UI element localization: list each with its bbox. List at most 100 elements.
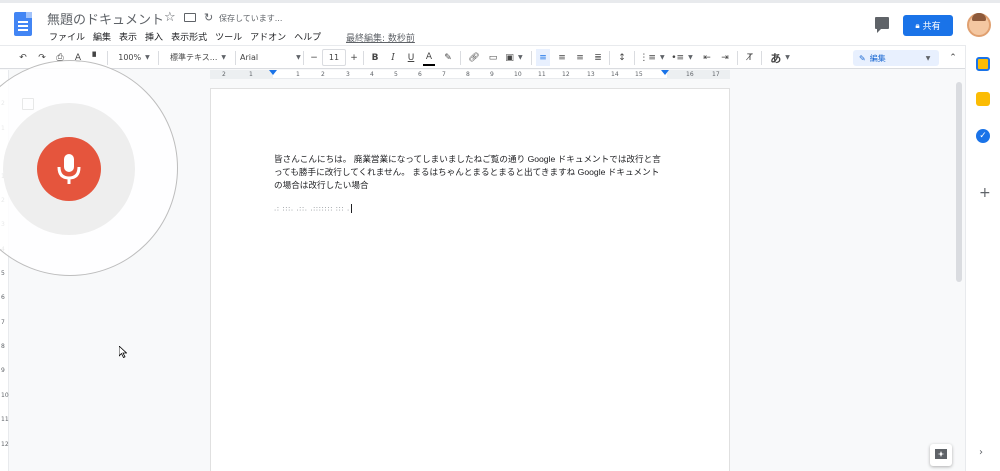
sync-icon: ↻ <box>204 11 214 24</box>
vruler-tick: 9 <box>1 367 5 374</box>
divider <box>737 51 738 65</box>
right-indent-marker[interactable] <box>661 70 669 75</box>
keep-icon[interactable] <box>976 92 990 106</box>
ruler-tick: 2 <box>321 71 325 78</box>
chevron-down-icon: ▼ <box>221 54 226 61</box>
vruler-tick: 12 <box>1 441 9 448</box>
divider <box>303 51 304 65</box>
ruler-margin-left <box>210 70 273 79</box>
add-comment-icon[interactable]: ▭ <box>486 49 500 66</box>
header-bar: 無題のドキュメント ☆ ↻ 保存しています... ファイル 編集 表示 挿入 表… <box>0 0 1000 45</box>
chevron-down-icon: ▼ <box>659 54 665 61</box>
ruler-tick: 2 <box>222 71 226 78</box>
document-paragraph-2[interactable]: .: :::. .::. .::::::: ::: . <box>274 204 352 213</box>
add-addon-icon[interactable]: + <box>979 185 991 201</box>
microphone-button[interactable] <box>37 137 101 201</box>
menu-help[interactable]: ヘルプ <box>290 30 325 43</box>
menu-edit[interactable]: 編集 <box>89 30 115 43</box>
zoom-select[interactable]: 100% ▼ <box>113 49 155 66</box>
bulleted-list-icon[interactable]: •≡ ▼ <box>670 49 694 66</box>
undo-icon[interactable]: ↶ <box>16 49 30 66</box>
ruler-margin-right <box>667 70 730 79</box>
ruler-tick: 1 <box>296 71 300 78</box>
scroll-thumb[interactable] <box>956 82 962 282</box>
text-color-icon[interactable]: A <box>423 49 435 66</box>
vertical-scrollbar[interactable] <box>955 80 963 471</box>
align-left-icon[interactable]: ≡ <box>536 49 550 66</box>
zoom-value: 100% <box>118 53 142 62</box>
ruler-tick: 5 <box>394 71 398 78</box>
justify-icon[interactable]: ≣ <box>591 49 605 66</box>
document-paragraph-2-text: .: :::. .::. .::::::: ::: . <box>274 204 350 213</box>
docs-logo-icon[interactable] <box>14 12 32 36</box>
paragraph-style-select[interactable]: 標準テキス... ▼ <box>164 49 232 66</box>
align-right-icon[interactable]: ≡ <box>573 49 587 66</box>
lock-icon: 🔒︎ <box>915 20 920 30</box>
menu-view[interactable]: 表示 <box>115 30 141 43</box>
menu-addons[interactable]: アドオン <box>246 30 290 43</box>
font-select[interactable]: Arial ▼ <box>240 49 302 66</box>
explore-button[interactable] <box>930 444 952 466</box>
highlight-icon[interactable]: ✎ <box>442 49 454 66</box>
horizontal-ruler[interactable]: 2 1 1 2 3 4 5 6 7 8 9 10 11 12 13 14 15 … <box>210 70 730 79</box>
document-paragraph[interactable]: 皆さんこんにちは。 廃業営業になってしまいましたねご覧の通り Google ドキ… <box>274 153 666 192</box>
ruler-tick: 3 <box>346 71 350 78</box>
clear-formatting-icon[interactable]: T̸ <box>743 49 757 66</box>
star-icon[interactable]: ☆ <box>164 10 176 25</box>
divider <box>609 51 610 65</box>
document-page[interactable]: 皆さんこんにちは。 廃業営業になってしまいましたねご覧の通り Google ドキ… <box>211 89 729 471</box>
explore-icon <box>935 449 947 459</box>
decrease-font-size-button[interactable]: − <box>308 49 320 66</box>
chevron-right-icon[interactable]: › <box>979 447 983 458</box>
input-tool-label: あ <box>770 51 782 65</box>
move-folder-icon[interactable] <box>184 13 196 22</box>
left-indent-marker[interactable] <box>269 70 277 75</box>
tasks-icon[interactable]: ✓ <box>976 129 990 143</box>
pencil-icon: ✎ <box>859 53 866 63</box>
ruler-tick: 6 <box>418 71 422 78</box>
font-size-value: 11 <box>328 53 340 62</box>
bold-icon[interactable]: B <box>369 49 381 66</box>
editing-mode-select[interactable]: ✎ 編集 ▼ <box>853 50 939 66</box>
style-value: 標準テキス... <box>169 53 218 62</box>
chevron-down-icon: ▼ <box>785 54 790 61</box>
align-center-icon[interactable]: ≡ <box>555 49 569 66</box>
increase-font-size-button[interactable]: + <box>348 49 360 66</box>
line-spacing-icon[interactable]: ↕ <box>615 49 629 66</box>
toolbar: ↶ ↷ ⎙ A̲ ▘ 100% ▼ 標準テキス... ▼ Arial ▼ − 11 +… <box>0 45 1000 69</box>
menu-tools[interactable]: ツール <box>211 30 246 43</box>
numbered-list-icon[interactable]: ⋮≡ ▼ <box>639 49 665 66</box>
vruler-tick: 10 <box>1 392 9 399</box>
underline-icon[interactable]: U <box>405 49 417 66</box>
save-status: 保存しています... <box>219 14 283 23</box>
increase-indent-icon[interactable]: ⇥ <box>718 49 732 66</box>
menu-format[interactable]: 表示形式 <box>167 30 211 43</box>
divider <box>761 51 762 65</box>
chevron-down-icon: ▼ <box>688 54 693 61</box>
microphone-icon <box>57 154 81 184</box>
divider <box>235 51 236 65</box>
comment-history-icon[interactable] <box>875 17 889 33</box>
chevron-down-icon: ▼ <box>296 54 301 61</box>
insert-image-icon[interactable]: ▣ ▼ <box>504 49 524 66</box>
decrease-indent-icon[interactable]: ⇤ <box>700 49 714 66</box>
font-size-input[interactable]: 11 <box>322 49 346 66</box>
menu-insert[interactable]: 挿入 <box>141 30 167 43</box>
divider <box>460 51 461 65</box>
italic-icon[interactable]: I <box>387 49 399 66</box>
ruler-tick: 7 <box>442 71 446 78</box>
calendar-icon[interactable] <box>976 57 990 71</box>
share-button[interactable]: 🔒︎ 共有 <box>903 15 953 36</box>
ruler-tick: 1 <box>249 71 253 78</box>
chevron-down-icon: ▼ <box>517 54 523 61</box>
input-tools-button[interactable]: あ ▼ <box>767 49 793 66</box>
ruler-tick: 11 <box>538 71 546 78</box>
last-edit-link[interactable]: 最終編集: 数秒前 <box>346 31 415 44</box>
ruler-tick: 10 <box>514 71 522 78</box>
menu-file[interactable]: ファイル <box>45 30 89 43</box>
link-icon[interactable]: 🔗︎ <box>467 49 481 66</box>
document-title[interactable]: 無題のドキュメント <box>47 9 164 28</box>
avatar[interactable] <box>967 13 991 37</box>
collapse-toolbar-icon[interactable]: ⌃ <box>946 49 960 66</box>
ruler-tick: 16 <box>686 71 694 78</box>
